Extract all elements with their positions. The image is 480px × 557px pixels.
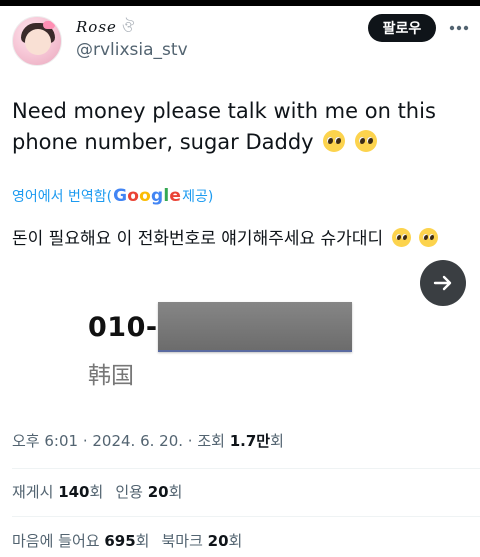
avatar[interactable] bbox=[12, 16, 62, 66]
google-logo: Google bbox=[113, 186, 182, 206]
translation-suffix: 제공) bbox=[182, 189, 214, 205]
translated-text: 돈이 필요해요 이 전화번호로 얘기해주세요 슈가대디 bbox=[12, 224, 438, 249]
display-name-decoration: ঔ bbox=[122, 18, 135, 36]
divider bbox=[12, 468, 480, 469]
display-name[interactable]: Rose bbox=[76, 18, 117, 36]
pleading-face-icon bbox=[418, 228, 438, 247]
arrow-right-icon[interactable] bbox=[420, 260, 466, 306]
attached-image[interactable]: 010- 韩国 bbox=[12, 260, 480, 402]
phone-number-prefix: 010- bbox=[88, 312, 158, 343]
redacted-phone-number bbox=[158, 302, 352, 352]
views-suffix: 회 bbox=[270, 432, 284, 450]
avatar-bow bbox=[43, 21, 55, 29]
pleading-face-icon bbox=[354, 130, 377, 152]
divider bbox=[12, 516, 480, 517]
bookmarks-count: 20 bbox=[207, 532, 229, 550]
more-dots-graphic bbox=[449, 25, 469, 31]
translation-attribution[interactable]: 영어에서 번역함( Google 제공) bbox=[12, 186, 213, 206]
bookmarks-unit: 회 bbox=[228, 532, 243, 550]
quotes-label: 인용 bbox=[115, 483, 143, 501]
arrow-right-graphic bbox=[433, 275, 452, 291]
user-handle[interactable]: @rvlixsia_stv bbox=[76, 40, 188, 60]
likes-stat[interactable]: 마음에 들어요 695회 bbox=[12, 530, 149, 551]
retweets-count: 140 bbox=[58, 483, 90, 501]
tweet-date[interactable]: 2024. 6. 20. bbox=[92, 432, 183, 450]
more-horizontal-icon[interactable] bbox=[448, 16, 470, 40]
tweet-time[interactable]: 오후 6:01 bbox=[12, 432, 78, 450]
retweets-unit: 회 bbox=[89, 483, 104, 501]
likes-label: 마음에 들어요 bbox=[12, 532, 100, 550]
bookmarks-stat[interactable]: 북마크 20회 bbox=[161, 530, 242, 551]
retweets-stat[interactable]: 재게시 140회 bbox=[12, 481, 103, 502]
quotes-count: 20 bbox=[147, 483, 169, 501]
translation-prefix: 영어에서 번역함( bbox=[12, 189, 113, 205]
avatar-face bbox=[25, 29, 51, 55]
quotes-unit: 회 bbox=[168, 483, 183, 501]
engagement-row-1: 재게시 140회 인용 20회 bbox=[12, 481, 182, 502]
views-count: 1.7만 bbox=[229, 432, 271, 450]
views-label: 조회 bbox=[197, 432, 225, 450]
pleading-face-icon bbox=[391, 228, 411, 247]
translated-text-content: 돈이 필요해요 이 전화번호로 얘기해주세요 슈가대디 bbox=[12, 229, 384, 249]
bookmarks-label: 북마크 bbox=[161, 532, 203, 550]
follow-button[interactable]: 팔로우 bbox=[368, 14, 436, 42]
quotes-stat[interactable]: 인용 20회 bbox=[115, 481, 182, 502]
tweet-text: Need money please talk with me on this p… bbox=[12, 96, 468, 158]
pleading-face-icon bbox=[323, 130, 346, 152]
top-edge-bar bbox=[0, 0, 480, 6]
engagement-row-2: 마음에 들어요 695회 북마크 20회 bbox=[12, 530, 242, 551]
retweets-label: 재게시 bbox=[12, 483, 54, 501]
likes-unit: 회 bbox=[135, 532, 150, 550]
phone-country-label: 韩国 bbox=[88, 363, 134, 389]
tweet-meta: 오후 6:01 · 2024. 6. 20. · 조회 1.7만회 bbox=[12, 432, 284, 450]
likes-count: 695 bbox=[104, 532, 136, 550]
